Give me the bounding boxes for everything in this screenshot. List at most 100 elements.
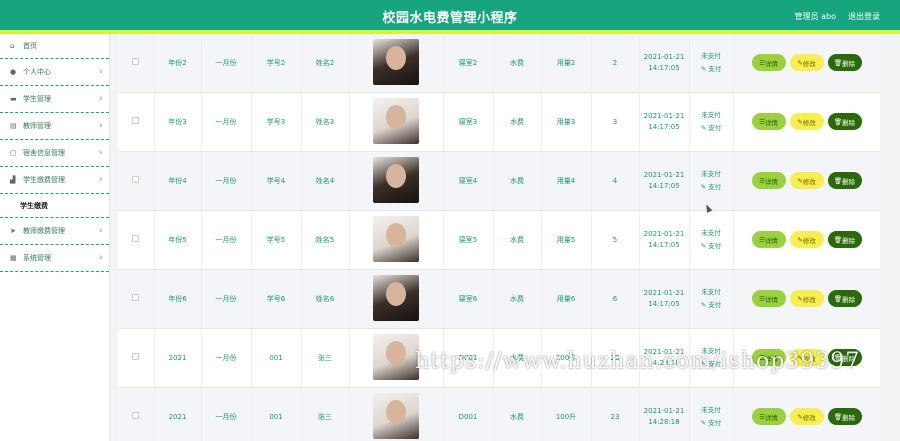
payment-status: 未支付 — [701, 51, 721, 60]
detail-button[interactable]: ☰ 详情 — [751, 172, 786, 189]
cell-clock: 14:17:05 — [648, 240, 680, 249]
student-photo — [373, 392, 419, 439]
sidebar-item-home[interactable]: ⌂ 首页 — [0, 34, 109, 59]
sidebar-item-label: 首页 — [23, 42, 37, 50]
table-row: 年份3 一月份 学号3 姓名3 寝室3 水费 用量3 3 2021-01-21 14:17:05 未… — [118, 92, 880, 152]
detail-button[interactable]: ☰ 详情 — [751, 290, 786, 307]
cell-dorm: 寝室5 — [443, 210, 494, 270]
cell-dorm: 寝室3 — [443, 92, 494, 152]
monitor-icon: ▬ — [10, 95, 17, 103]
edit-button[interactable]: ✎ 修改 — [789, 54, 824, 72]
edit-button[interactable]: ✎ 修改 — [789, 172, 824, 189]
cell-year: 年份4 — [154, 151, 202, 211]
table-row: 年份6 一月份 学号6 姓名6 寝室6 水费 用量6 6 2021-01-21 14:17:05 未… — [118, 269, 880, 329]
cell-date: 2021-01-21 — [643, 406, 685, 415]
pay-link[interactable]: ✎ 支付 — [701, 124, 722, 132]
logout-link[interactable]: 退出登录 — [848, 11, 880, 22]
delete-button[interactable]: 🗑 删除 — [827, 172, 862, 189]
sidebar-item-profile[interactable]: ● 个人中心 ∨ — [0, 59, 109, 86]
cell-fee-type: 水费 — [493, 269, 542, 329]
sidebar-item-label: 学生管理 — [23, 95, 51, 103]
row-checkbox[interactable] — [132, 58, 140, 66]
sidebar-item-label: 宿舍信息管理 — [23, 149, 65, 157]
table-row: 年份4 一月份 学号4 姓名4 寝室4 水费 用量4 4 2021-01-21 14:17:05 未… — [118, 151, 880, 211]
fee-table: 年份2 一月份 学号2 姓名2 寝室2 水费 用量2 2 2021-01-21 14:17:05 未… — [118, 34, 880, 441]
cell-fee-type: 水费 — [493, 34, 542, 93]
cell-clock: 14:28:18 — [648, 417, 680, 426]
sidebar-item-teacher-fees[interactable]: ➤ 教师缴费管理 ∨ — [0, 218, 109, 245]
delete-button[interactable]: 🗑 删除 — [827, 113, 862, 130]
cell-student-no: 学号2 — [251, 34, 302, 93]
row-checkbox[interactable] — [132, 176, 140, 183]
cell-fee-type: 水费 — [493, 387, 542, 441]
row-checkbox[interactable] — [132, 412, 140, 419]
student-photo — [373, 97, 419, 144]
cell-year: 年份2 — [154, 34, 202, 93]
cell-usage: 用量4 — [541, 151, 592, 211]
cell-year: 2021 — [154, 387, 202, 441]
edit-button[interactable]: ✎ 修改 — [789, 231, 824, 248]
sidebar-item-label: 学生缴费管理 — [23, 176, 65, 184]
pay-link[interactable]: ✎ 支付 — [701, 419, 722, 427]
row-checkbox[interactable] — [132, 117, 140, 124]
cell-name: 张三 — [301, 328, 350, 388]
user-icon: ● — [10, 68, 17, 76]
detail-button[interactable]: ☰ 详情 — [751, 408, 786, 425]
edit-button[interactable]: ✎ 修改 — [789, 349, 824, 366]
delete-label: 删除 — [842, 177, 856, 186]
send-icon: ➤ — [10, 227, 16, 235]
pay-label: 支付 — [708, 359, 722, 368]
cell-name: 张三 — [301, 387, 350, 441]
delete-button[interactable]: 🗑 删除 — [827, 290, 862, 307]
detail-button[interactable]: ☰ 详情 — [751, 231, 786, 248]
cell-dorm: D001 — [443, 328, 494, 388]
cell-amount: 3 — [591, 92, 640, 152]
delete-button[interactable]: 🗑 删除 — [827, 349, 862, 366]
edit-button[interactable]: ✎ 修改 — [789, 290, 824, 307]
detail-button[interactable]: ☰ 详情 — [751, 113, 786, 130]
sidebar-item-teachers[interactable]: ▤ 教师管理 ∨ — [0, 113, 109, 140]
row-checkbox[interactable] — [132, 235, 140, 242]
cell-amount: 6 — [591, 269, 640, 329]
pay-link[interactable]: ✎ 支付 — [701, 242, 722, 250]
table-row: 年份5 一月份 学号5 姓名5 寝室5 水费 用量5 5 2021-01-21 14:17:05 未… — [118, 210, 880, 270]
edit-label: 修改 — [802, 354, 816, 363]
delete-button[interactable]: 🗑 删除 — [827, 54, 862, 72]
cell-amount: 23 — [591, 328, 640, 388]
sidebar-item-system[interactable]: ▦ 系统管理 ∨ — [0, 245, 109, 272]
detail-button[interactable]: ☰ 详情 — [751, 54, 786, 72]
scrollbar-track[interactable] — [880, 34, 900, 441]
chat-icon: ▢ — [10, 149, 17, 157]
cell-clock: 14:17:05 — [648, 63, 680, 72]
cell-usage: 100升 — [541, 328, 592, 388]
cell-name: 姓名6 — [301, 269, 350, 329]
row-checkbox[interactable] — [132, 294, 140, 301]
table-row: 2021 一月份 001 张三 D001 水费 100升 23 2021-01-21 14:28:… — [118, 328, 880, 388]
sidebar-subitem-student-fee[interactable]: 学生缴费 — [0, 194, 109, 218]
cell-student-no: 学号4 — [251, 151, 302, 211]
pay-link[interactable]: ✎ 支付 — [701, 183, 722, 191]
sidebar-item-student-fees[interactable]: ▟ 学生缴费管理 ∧ — [0, 167, 109, 194]
table-row: 2021 一月份 001 张三 D001 水费 100升 23 2021-01-21 14:28:… — [118, 387, 880, 441]
cell-fee-type: 水费 — [493, 210, 542, 270]
edit-button[interactable]: ✎ 修改 — [789, 113, 824, 130]
cell-month: 一月份 — [201, 269, 252, 329]
sidebar-item-students[interactable]: ▬ 学生管理 ∨ — [0, 86, 109, 113]
chevron-down-icon: ∨ — [98, 149, 103, 156]
delete-label: 删除 — [842, 59, 856, 68]
delete-button[interactable]: 🗑 删除 — [827, 408, 862, 425]
delete-button[interactable]: 🗑 删除 — [827, 231, 862, 248]
chart-icon: ▟ — [10, 176, 16, 184]
cell-amount: 5 — [591, 210, 640, 270]
edit-button[interactable]: ✎ 修改 — [789, 408, 824, 425]
sidebar-item-label: 教师缴费管理 — [23, 227, 65, 235]
user-label[interactable]: 管理员 abo — [795, 11, 836, 22]
pay-link[interactable]: ✎ 支付 — [701, 65, 722, 73]
row-checkbox[interactable] — [132, 353, 140, 360]
app-title: 校园水电费管理小程序 — [382, 11, 518, 26]
pay-link[interactable]: ✎ 支付 — [701, 301, 722, 309]
cell-student-no: 001 — [251, 328, 302, 388]
pay-link[interactable]: ✎ 支付 — [701, 360, 722, 368]
sidebar-item-dorms[interactable]: ▢ 宿舍信息管理 ∨ — [0, 140, 109, 167]
detail-button[interactable]: ☰ 详情 — [751, 349, 786, 366]
